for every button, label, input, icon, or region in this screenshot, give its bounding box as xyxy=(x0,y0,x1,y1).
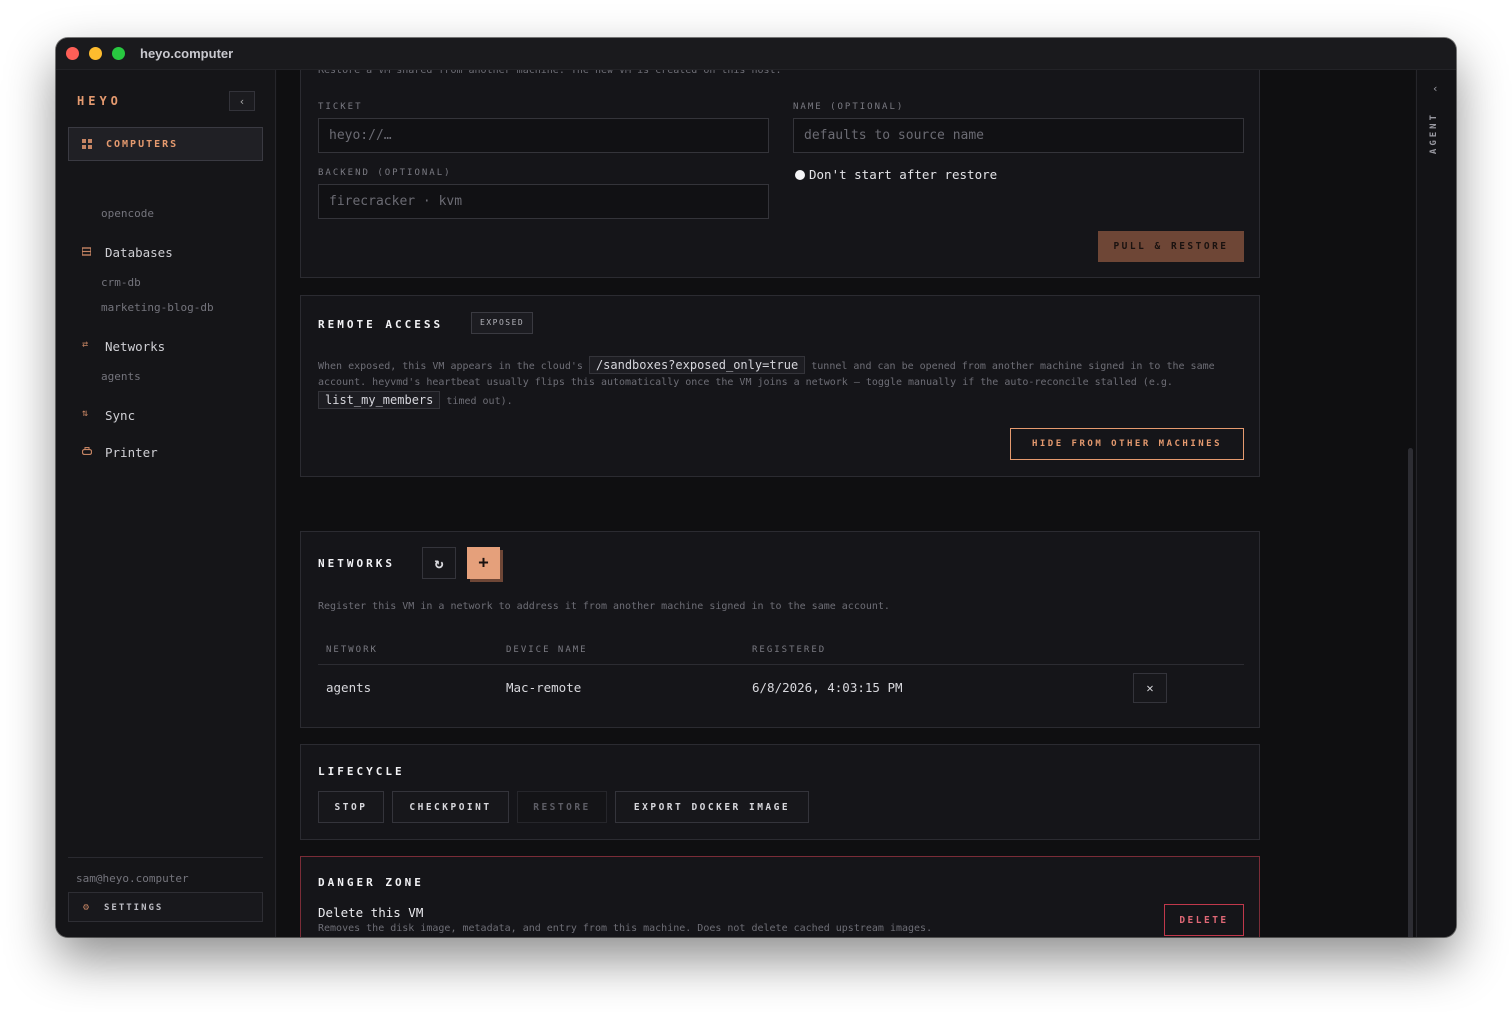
name-label: NAME (OPTIONAL) xyxy=(793,102,905,112)
sidebar-item-label: Networks xyxy=(105,339,166,354)
pull-restore-button[interactable]: PULL & RESTORE xyxy=(1098,231,1244,262)
exposed-endpoint-code: /sandboxes?exposed_only=true xyxy=(588,356,806,374)
export-docker-image-button[interactable]: EXPORT DOCKER IMAGE xyxy=(615,791,809,823)
remove-network-button[interactable]: ✕ xyxy=(1133,673,1167,703)
row-registered: 6/8/2026, 4:03:15 PM xyxy=(752,680,903,695)
members-function-code: list_my_members xyxy=(318,391,441,409)
maximize-window-button[interactable] xyxy=(112,47,125,60)
danger-zone-title: DANGER ZONE xyxy=(318,876,424,889)
refresh-icon: ↻ xyxy=(434,554,444,572)
column-network: NETWORK xyxy=(326,645,378,655)
networks-card: NETWORKS ↻ + Register this VM in a netwo… xyxy=(300,531,1260,728)
sidebar-item-sync[interactable]: ⇅ Sync xyxy=(56,405,276,429)
networks-description: Register this VM in a network to address… xyxy=(318,601,890,612)
database-icon xyxy=(82,247,91,256)
sidebar-item-computers[interactable]: COMPUTERS xyxy=(68,127,263,161)
sidebar-item-networks[interactable]: ⇄ Networks xyxy=(56,336,276,360)
sidebar-item-label: Printer xyxy=(105,445,158,460)
sidebar-subitem-opencode[interactable]: opencode xyxy=(101,207,154,220)
plus-icon: + xyxy=(478,553,489,573)
add-network-button[interactable]: + xyxy=(467,547,500,579)
column-device-name: DEVICE NAME xyxy=(506,645,588,655)
sync-icon: ⇅ xyxy=(82,408,89,419)
row-network: agents xyxy=(326,680,372,695)
backend-input[interactable]: firecracker · kvm xyxy=(318,184,769,219)
settings-button[interactable]: ⚙ SETTINGS xyxy=(68,892,263,922)
dont-start-toggle[interactable] xyxy=(795,170,805,180)
app-window: heyo.computer HEYO ‹ COMPUTERS opencode … xyxy=(56,38,1456,937)
ticket-label: TICKET xyxy=(318,102,363,112)
settings-label: SETTINGS xyxy=(104,903,164,913)
sidebar-item-label: COMPUTERS xyxy=(106,139,179,150)
gear-icon: ⚙ xyxy=(83,902,90,913)
minimize-window-button[interactable] xyxy=(89,47,102,60)
table-row: agents Mac-remote 6/8/2026, 4:03:15 PM ✕ xyxy=(318,665,1244,711)
close-window-button[interactable] xyxy=(66,47,79,60)
stop-button[interactable]: STOP xyxy=(318,791,384,823)
network-arrows-icon: ⇄ xyxy=(82,339,89,350)
agent-panel-rail[interactable]: ‹ AGENT xyxy=(1416,70,1456,937)
lifecycle-card: LIFECYCLE STOP CHECKPOINT RESTORE EXPORT… xyxy=(300,744,1260,840)
close-icon: ✕ xyxy=(1146,681,1154,695)
remote-access-title: REMOTE ACCESS xyxy=(318,318,444,331)
column-registered: REGISTERED xyxy=(752,645,827,655)
chevron-left-icon: ‹ xyxy=(238,94,246,108)
remote-access-card: REMOTE ACCESS EXPOSED When exposed, this… xyxy=(300,295,1260,477)
chevron-left-icon[interactable]: ‹ xyxy=(1432,82,1439,95)
printer-icon xyxy=(82,447,92,455)
delete-vm-heading: Delete this VM xyxy=(318,905,424,920)
restore-from-share-card: Restore a VM shared from another machine… xyxy=(300,70,1260,278)
sidebar-subitem-marketing-blog-db[interactable]: marketing-blog-db xyxy=(101,301,214,314)
hide-from-other-machines-button[interactable]: HIDE FROM OTHER MACHINES xyxy=(1010,428,1244,460)
delete-vm-description: Removes the disk image, metadata, and en… xyxy=(318,923,933,934)
sidebar: HEYO ‹ COMPUTERS opencode Databases crm-… xyxy=(56,70,276,937)
sidebar-item-printer[interactable]: Printer xyxy=(56,442,276,466)
delete-vm-button[interactable]: DELETE xyxy=(1164,904,1244,936)
agent-panel-label: AGENT xyxy=(1429,112,1439,155)
refresh-networks-button[interactable]: ↻ xyxy=(422,547,456,579)
restore-button[interactable]: RESTORE xyxy=(517,791,607,823)
backend-label: BACKEND (OPTIONAL) xyxy=(318,168,452,178)
sidebar-item-databases[interactable]: Databases xyxy=(56,242,276,266)
sidebar-divider xyxy=(68,857,263,858)
brand-logo: HEYO xyxy=(77,94,122,108)
grid-icon xyxy=(82,139,92,149)
remote-access-text: account. heyvmd's heartbeat usually flip… xyxy=(318,377,1173,388)
exposed-badge: EXPOSED xyxy=(471,312,534,334)
sidebar-subitem-crm-db[interactable]: crm-db xyxy=(101,276,141,289)
dont-start-label: Don't start after restore xyxy=(809,167,998,182)
sidebar-item-label: Databases xyxy=(105,245,173,260)
title-bar: heyo.computer xyxy=(56,38,1456,70)
main-scrollbar[interactable] xyxy=(1408,448,1413,937)
networks-title: NETWORKS xyxy=(318,557,395,570)
user-email: sam@heyo.computer xyxy=(76,872,189,885)
danger-zone-card: DANGER ZONE Delete this VM Removes the d… xyxy=(300,856,1260,937)
window-title: heyo.computer xyxy=(140,46,234,61)
remote-access-text: When exposed, this VM appears in the clo… xyxy=(318,361,583,372)
remote-access-description: When exposed, this VM appears in the clo… xyxy=(318,356,1248,410)
restore-description: Restore a VM shared from another machine… xyxy=(318,70,782,76)
collapse-sidebar-button[interactable]: ‹ xyxy=(229,91,255,111)
ticket-input[interactable]: heyo://… xyxy=(318,118,769,153)
main-content: Restore a VM shared from another machine… xyxy=(277,70,1415,937)
sidebar-item-label: Sync xyxy=(105,408,136,423)
row-device-name: Mac-remote xyxy=(506,680,582,695)
remote-access-text: timed out). xyxy=(446,396,513,407)
name-input[interactable]: defaults to source name xyxy=(793,118,1244,153)
checkpoint-button[interactable]: CHECKPOINT xyxy=(392,791,509,823)
remote-access-text: tunnel and can be opened from another ma… xyxy=(811,361,1215,372)
sidebar-subitem-agents[interactable]: agents xyxy=(101,370,141,383)
lifecycle-title: LIFECYCLE xyxy=(318,765,405,778)
